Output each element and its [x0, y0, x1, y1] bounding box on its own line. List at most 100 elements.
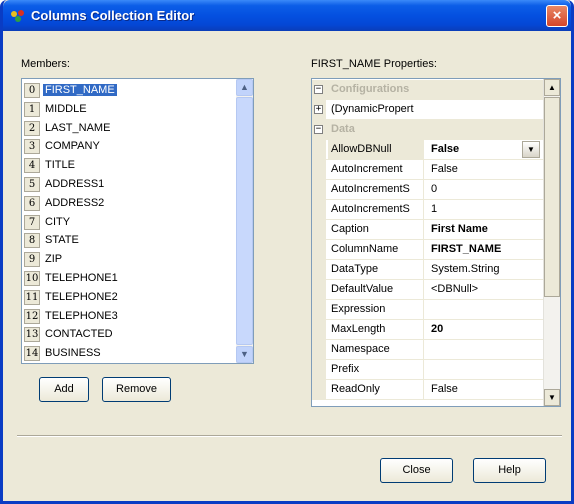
property-value[interactable] [428, 360, 544, 380]
property-value[interactable]: 1 [428, 200, 544, 220]
expand-icon[interactable]: + [314, 105, 323, 114]
scroll-down-icon[interactable]: ▼ [544, 389, 560, 406]
list-item-index: 13 [24, 327, 40, 343]
list-item[interactable]: 11 TELEPHONE2 [23, 289, 234, 306]
list-item-name: ZIP [45, 253, 63, 266]
remove-button[interactable]: Remove [102, 377, 171, 402]
list-item-name: COMPANY [45, 140, 100, 153]
property-value[interactable]: First Name [428, 220, 544, 240]
row-gutter [312, 220, 326, 240]
list-item[interactable]: 13 CONTACTED [23, 326, 234, 343]
property-name: AutoIncrementS [328, 200, 424, 220]
property-name: ReadOnly [328, 380, 424, 400]
row-gutter [312, 300, 326, 320]
title-bar[interactable]: Columns Collection Editor × [3, 0, 571, 31]
property-row[interactable]: AllowDBNull False ▼ [312, 140, 544, 160]
property-value[interactable] [428, 300, 544, 320]
property-grid[interactable]: − Configurations + (DynamicPropert − Data Allo… [311, 78, 561, 407]
list-item[interactable]: 1 MIDDLE [23, 101, 234, 118]
property-row[interactable]: Expression [312, 300, 544, 320]
property-name: Namespace [328, 340, 424, 360]
property-row[interactable]: AutoIncrement False [312, 160, 544, 180]
list-item-index: 3 [24, 139, 40, 155]
list-item-name: CITY [45, 215, 71, 228]
scroll-down-icon[interactable]: ▼ [236, 346, 253, 363]
property-row[interactable]: AutoIncrementS 1 [312, 200, 544, 220]
property-value[interactable]: False [428, 160, 544, 180]
list-item-name: TELEPHONE2 [45, 290, 118, 303]
collapse-icon[interactable]: − [314, 85, 323, 94]
category-configurations[interactable]: − Configurations [312, 80, 544, 100]
property-value[interactable] [428, 340, 544, 360]
property-name: (DynamicPropert [331, 103, 414, 115]
property-value[interactable]: System.String [428, 260, 544, 280]
row-gutter [312, 360, 326, 380]
scroll-up-icon[interactable]: ▲ [544, 79, 560, 96]
list-item[interactable]: 0 FIRST_NAME [23, 82, 234, 99]
list-item-name: FIRST_NAME [43, 84, 117, 96]
property-name: MaxLength [328, 320, 424, 340]
collapse-icon[interactable]: − [314, 125, 323, 134]
category-label: Data [331, 123, 355, 135]
property-value[interactable]: <DBNull> [428, 280, 544, 300]
close-button[interactable]: Close [380, 458, 453, 483]
list-item-index: 9 [24, 252, 40, 268]
category-data[interactable]: − Data [312, 120, 544, 140]
property-name: DataType [328, 260, 424, 280]
list-item[interactable]: 10 TELEPHONE1 [23, 270, 234, 287]
property-row[interactable]: Caption First Name [312, 220, 544, 240]
property-row[interactable]: MaxLength 20 [312, 320, 544, 340]
list-item-index: 5 [24, 177, 40, 192]
list-item[interactable]: 3 COMPANY [23, 138, 234, 155]
list-item-name: ADDRESS2 [45, 196, 105, 209]
property-row-dynamic[interactable]: + (DynamicPropert [312, 100, 544, 120]
list-item-index: 1 [24, 101, 40, 117]
list-item-index: 10 [24, 271, 40, 286]
list-item[interactable]: 7 CITY [23, 214, 234, 231]
property-name: DefaultValue [328, 280, 424, 300]
close-icon[interactable]: × [546, 5, 568, 27]
scroll-up-icon[interactable]: ▲ [236, 79, 253, 96]
property-row[interactable]: ReadOnly False [312, 380, 544, 400]
row-gutter [312, 240, 326, 260]
list-item[interactable]: 6 ADDRESS2 [23, 195, 234, 212]
list-item-name: LAST_NAME [45, 121, 111, 134]
property-row[interactable]: DefaultValue <DBNull> [312, 280, 544, 300]
list-item-name: TELEPHONE3 [45, 309, 118, 322]
property-value[interactable]: False [428, 380, 544, 400]
help-button[interactable]: Help [473, 458, 546, 483]
property-value[interactable]: FIRST_NAME [428, 240, 544, 260]
list-item-index: 4 [24, 158, 40, 174]
members-list[interactable]: 0 FIRST_NAME 1 MIDDLE 2 LAST_NAME 3 COMPANY 4 TIT… [21, 78, 254, 364]
row-gutter [312, 380, 326, 400]
property-row[interactable]: AutoIncrementS 0 [312, 180, 544, 200]
separator [17, 435, 562, 437]
property-row[interactable]: Namespace [312, 340, 544, 360]
list-item[interactable]: 4 TITLE [23, 157, 234, 174]
members-scrollbar[interactable]: ▲ ▼ [236, 79, 253, 363]
list-item-name: STATE [45, 234, 79, 247]
list-item[interactable]: 14 BUSINESS [23, 345, 234, 362]
property-name: ColumnName [328, 240, 424, 260]
row-gutter [312, 340, 326, 360]
property-row[interactable]: DataType System.String [312, 260, 544, 280]
list-item[interactable]: 8 STATE [23, 232, 234, 249]
row-gutter [312, 180, 326, 200]
list-item[interactable]: 2 LAST_NAME [23, 120, 234, 137]
property-name: AutoIncrement [328, 160, 424, 180]
add-button[interactable]: Add [39, 377, 89, 402]
property-value[interactable]: 20 [428, 320, 544, 340]
list-item[interactable]: 12 TELEPHONE3 [23, 308, 234, 325]
scroll-thumb[interactable] [236, 97, 253, 345]
grid-scrollbar[interactable]: ▲ ▼ [543, 79, 560, 406]
dropdown-arrow-icon[interactable]: ▼ [522, 141, 540, 158]
row-gutter [312, 320, 326, 340]
property-row[interactable]: Prefix [312, 360, 544, 380]
list-item[interactable]: 5 ADDRESS1 [23, 176, 234, 193]
property-value[interactable]: 0 [428, 180, 544, 200]
property-row[interactable]: ColumnName FIRST_NAME [312, 240, 544, 260]
scroll-thumb[interactable] [544, 97, 560, 297]
list-item[interactable]: 9 ZIP [23, 251, 234, 268]
properties-label: FIRST_NAME Properties: [311, 58, 437, 70]
members-label: Members: [21, 58, 70, 70]
